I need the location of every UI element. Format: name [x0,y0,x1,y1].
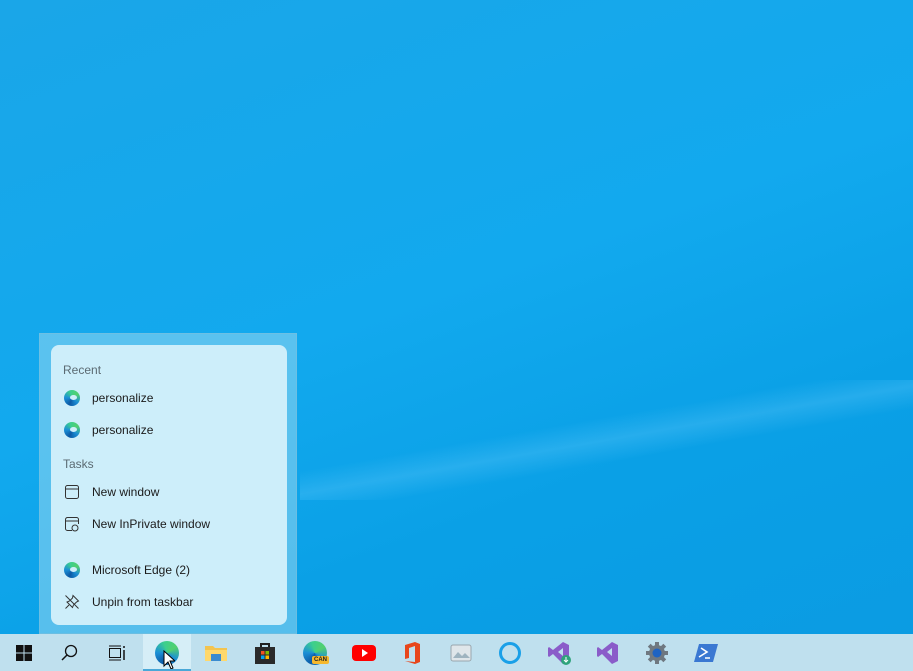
taskbar-visual-studio[interactable] [584,634,632,671]
windows-icon [16,644,32,661]
inprivate-icon [63,515,81,533]
recent-header: Recent [63,363,102,377]
taskbar-cortana[interactable] [486,634,534,671]
taskbar-youtube[interactable] [340,634,388,671]
store-icon [255,642,275,664]
search-button[interactable] [45,634,93,671]
wallpaper-glow [300,380,913,500]
search-icon [61,644,78,661]
taskbar-edge-canary[interactable]: CAN [291,634,339,671]
new-window-item[interactable]: New window [57,479,281,505]
jump-list-panel: Recent personalize personalize Tasks New… [51,345,287,625]
taskbar-powershell[interactable] [682,634,730,671]
item-label: Microsoft Edge (2) [92,563,191,577]
item-label: personalize [92,391,154,405]
taskbar-microsoft-store[interactable] [241,634,289,671]
taskbar-photos-app[interactable] [437,634,485,671]
window-icon [63,483,81,501]
taskbar-office[interactable] [388,634,436,671]
youtube-icon [352,644,376,661]
cortana-icon [499,641,521,664]
recent-item[interactable]: personalize [57,385,281,411]
recent-item[interactable]: personalize [57,417,281,443]
new-inprivate-window-item[interactable]: New InPrivate window [57,511,281,537]
jump-list: Recent personalize personalize Tasks New… [39,333,297,634]
taskbar-visual-studio-installer[interactable] [535,634,583,671]
mouse-cursor-icon [163,650,175,670]
item-label: New window [92,485,160,499]
edge-canary-icon: CAN [303,640,329,665]
taskbar-settings[interactable] [633,634,681,671]
start-button[interactable] [0,634,48,671]
unpin-icon [63,593,81,611]
gear-icon [646,641,668,664]
item-label: Unpin from taskbar [92,595,194,609]
folder-icon [205,645,227,661]
photos-icon [450,644,472,661]
tasks-header: Tasks [63,457,94,471]
visual-studio-installer-icon [548,641,571,665]
office-icon [405,641,420,664]
taskbar-file-explorer[interactable] [192,634,240,671]
item-label: New InPrivate window [92,517,211,531]
canary-badge: CAN [312,655,329,664]
unpin-from-taskbar-item[interactable]: Unpin from taskbar [57,589,281,615]
edge-icon [63,561,81,579]
task-view-button[interactable] [93,634,141,671]
edge-icon [63,421,81,439]
taskbar-microsoft-edge[interactable] [143,634,191,671]
task-view-icon [109,645,125,660]
taskbar: CAN [0,634,913,671]
visual-studio-icon [597,641,618,664]
edge-icon [63,389,81,407]
item-label: personalize [92,423,154,437]
microsoft-edge-item[interactable]: Microsoft Edge (2) [57,557,281,583]
powershell-icon [694,643,718,662]
